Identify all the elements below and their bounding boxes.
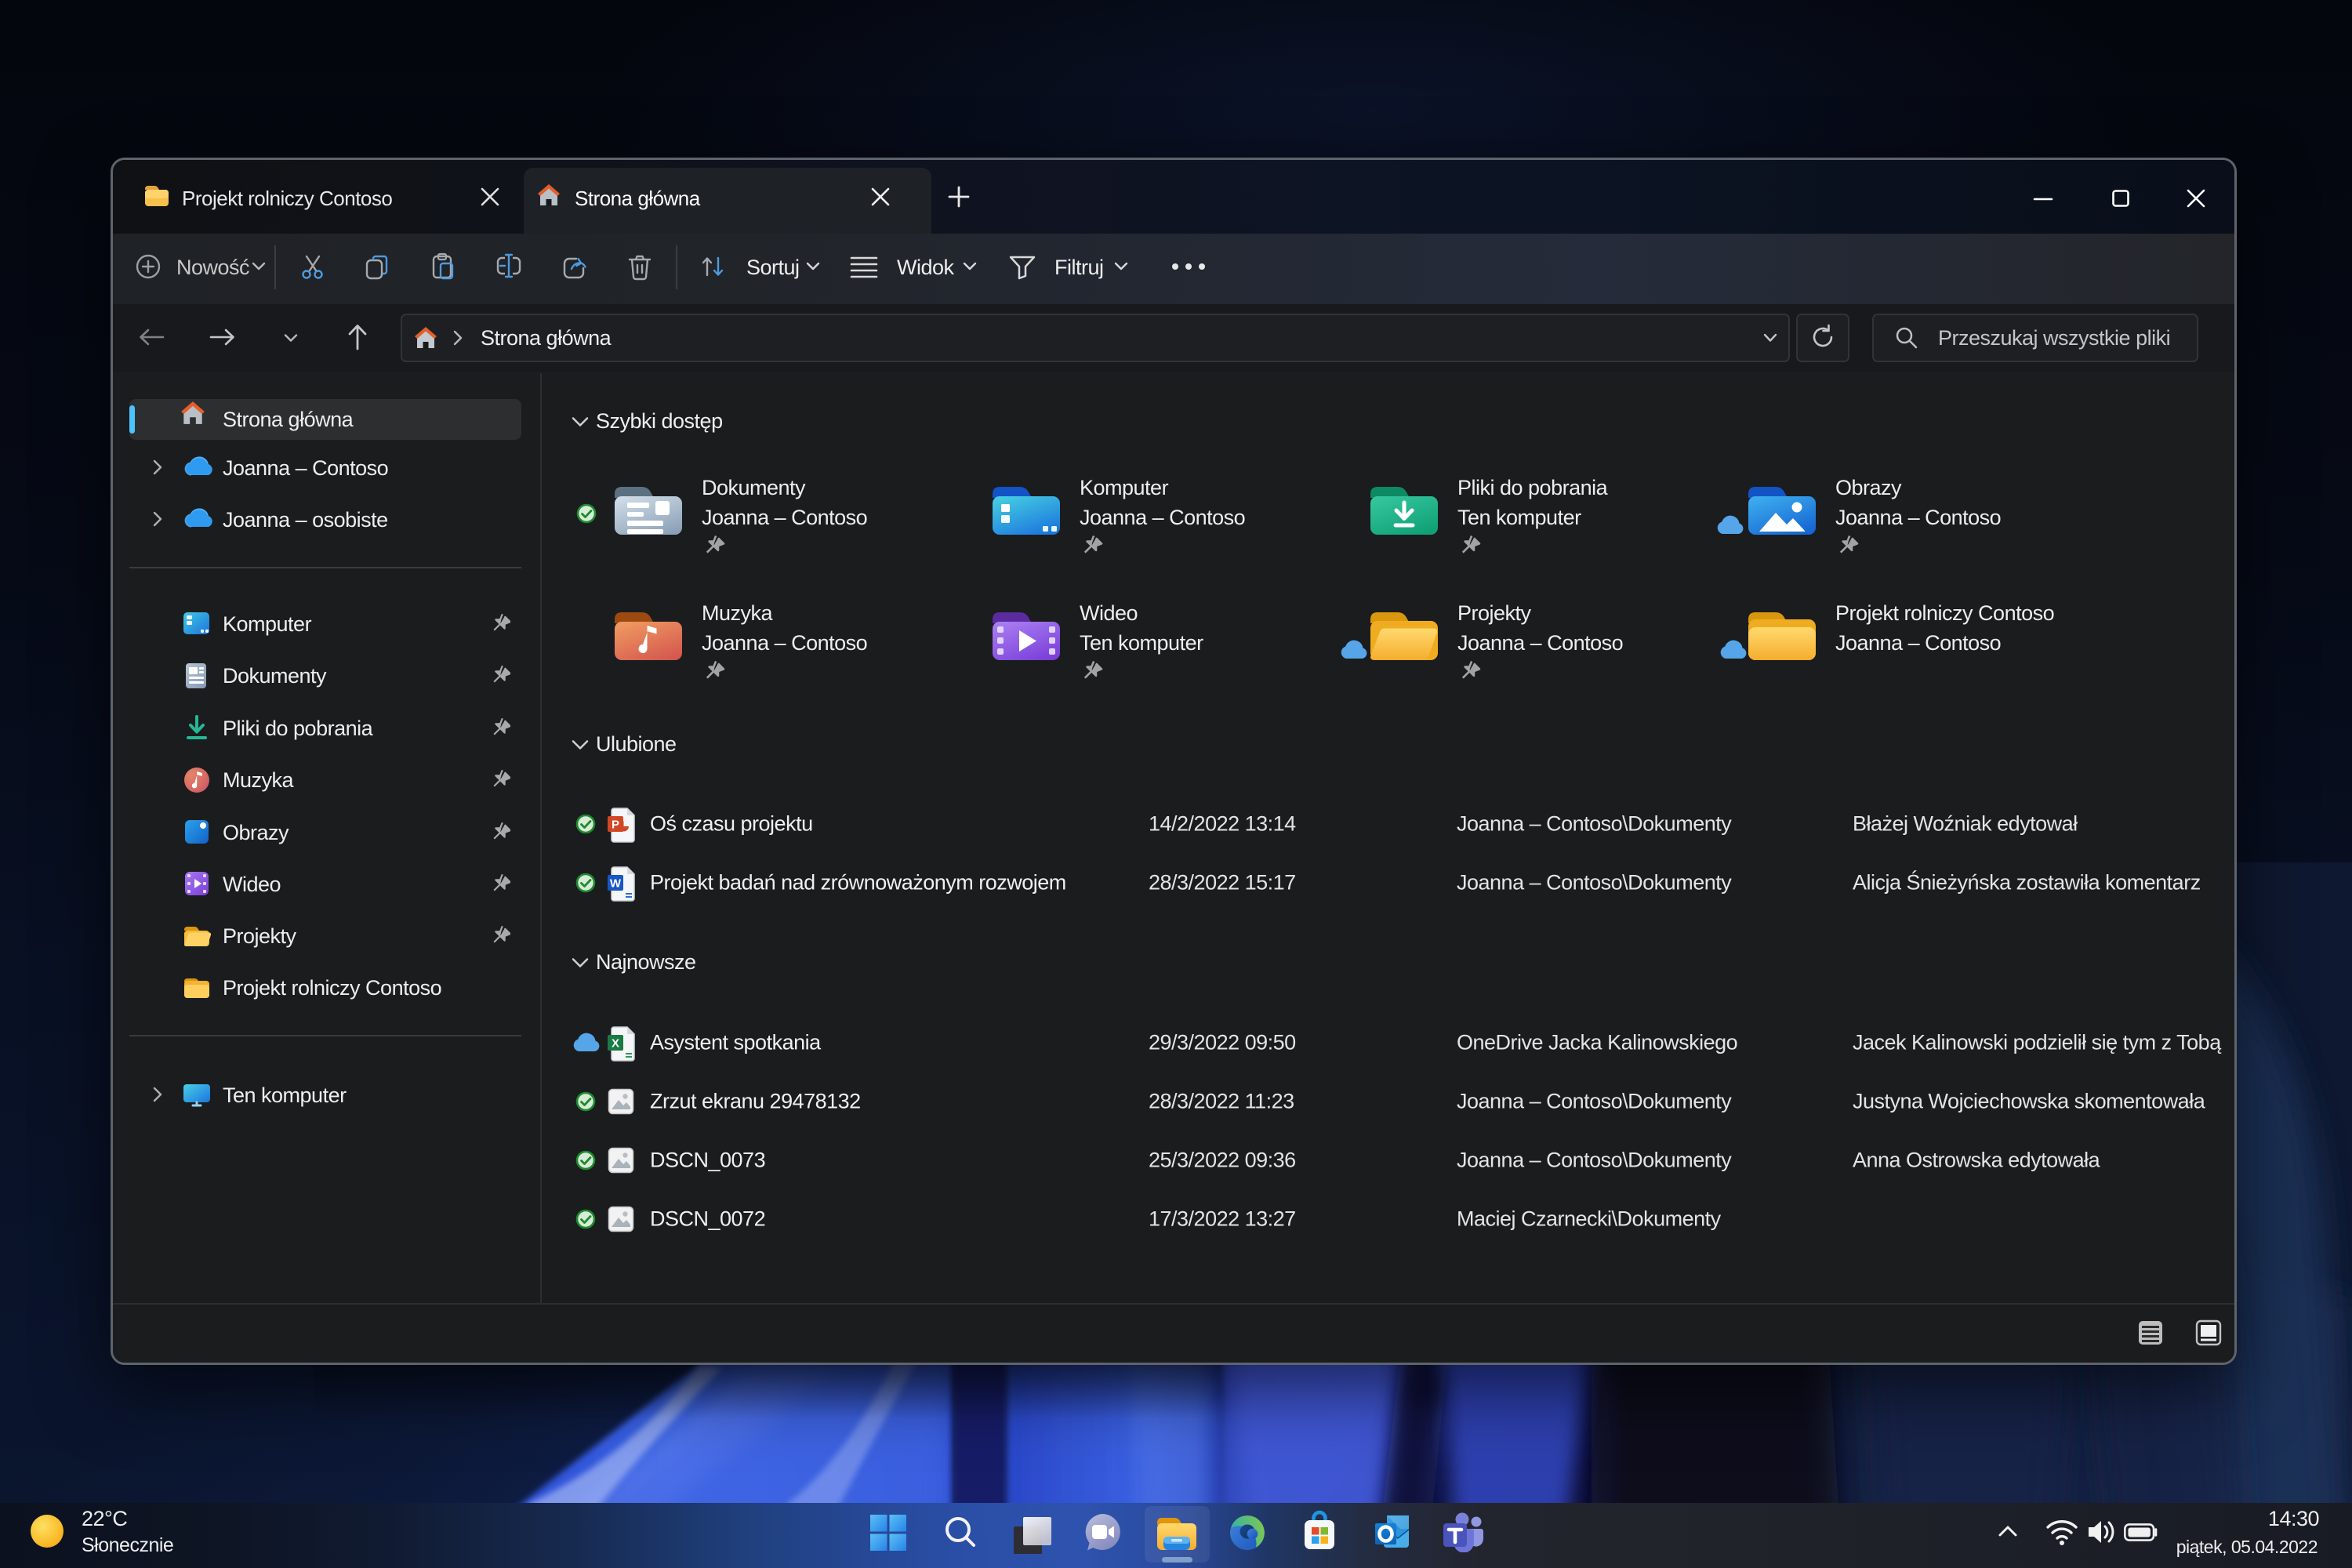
svg-text:W: W [610,877,622,891]
svg-text:P: P [612,818,619,832]
svg-text:X: X [612,1037,619,1051]
